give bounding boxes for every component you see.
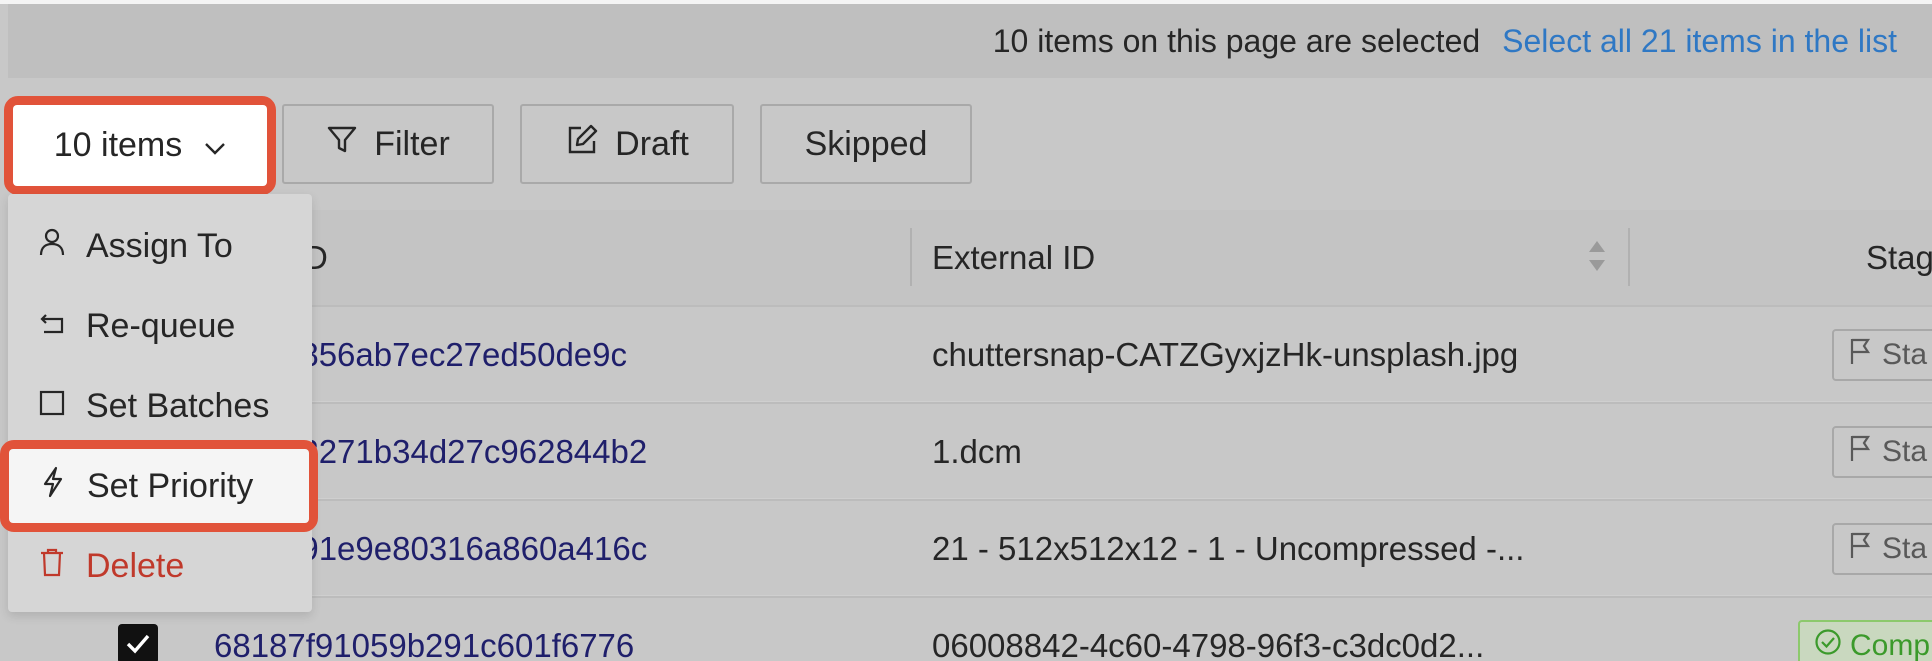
flag-icon: [1848, 337, 1882, 373]
bulk-actions-menu: Assign To Re-queue Set Batches Delete: [8, 194, 312, 612]
sort-icon[interactable]: [1586, 238, 1608, 282]
items-dropdown-button[interactable]: 10 items: [13, 105, 267, 186]
menu-item-re-queue[interactable]: Re-queue: [8, 286, 312, 366]
lightning-icon: [39, 466, 87, 507]
toolbar: 10 items Filter Draft Skipped: [0, 78, 1932, 208]
user-icon: [38, 227, 86, 266]
draft-label: Draft: [615, 124, 689, 163]
filter-button[interactable]: Filter: [282, 104, 494, 184]
stage-tag: Sta: [1832, 426, 1932, 478]
external-id-cell: chuttersnap-CATZGyxjzHk-unsplash.jpg: [932, 336, 1519, 373]
column-divider: [1628, 228, 1630, 286]
items-button-highlight: 10 items: [4, 96, 276, 195]
menu-item-label: Re-queue: [86, 306, 236, 345]
filter-icon: [326, 124, 374, 165]
flag-icon: [1848, 531, 1882, 567]
chevron-down-icon: [182, 126, 226, 165]
check-circle-icon: [1814, 628, 1850, 661]
requeue-icon: [38, 307, 86, 346]
menu-item-set-batches[interactable]: Set Batches: [8, 366, 312, 446]
skipped-label: Skipped: [804, 124, 928, 163]
column-header-stage: Stag: [1866, 238, 1932, 276]
stage-tag: Sta: [1832, 329, 1932, 381]
filter-label: Filter: [374, 124, 450, 163]
draft-button[interactable]: Draft: [520, 104, 734, 184]
row-checkbox[interactable]: [118, 624, 158, 661]
menu-item-assign-to[interactable]: Assign To: [8, 206, 312, 286]
skipped-button[interactable]: Skipped: [760, 104, 972, 184]
column-header-external-id[interactable]: External ID: [932, 210, 1095, 305]
set-priority-highlight: Set Priority: [0, 440, 318, 532]
item-id-link[interactable]: d856ab7ec27ed50de9c: [282, 307, 627, 403]
external-id-cell: 21 - 512x512x12 - 1 - Uncompressed -...: [932, 530, 1525, 567]
selection-message: 10 items on this page are selected: [992, 22, 1481, 59]
item-id-link[interactable]: 32271b34d27c962844b2: [282, 404, 647, 500]
selection-bar: 10 items on this page are selected Selec…: [8, 4, 1932, 78]
column-divider: [910, 228, 912, 286]
square-icon: [38, 387, 86, 426]
external-id-cell: 06008842-4c60-4798-96f3-c3dc0d2...: [932, 627, 1485, 661]
flag-icon: [1848, 434, 1882, 470]
stage-tag: Comp: [1798, 620, 1932, 661]
trash-icon: [38, 547, 86, 586]
item-id-link[interactable]: 091e9e80316a860a416c: [282, 501, 647, 597]
select-all-link[interactable]: Select all 21 items in the list: [1502, 23, 1897, 60]
menu-item-set-priority[interactable]: Set Priority: [9, 449, 309, 523]
menu-item-label: Delete: [86, 546, 185, 585]
menu-item-label: Set Batches: [86, 386, 270, 425]
menu-item-label: Assign To: [86, 226, 233, 265]
edit-icon: [565, 123, 615, 166]
stage-label: Sta: [1882, 532, 1928, 565]
menu-item-label: Set Priority: [87, 466, 254, 505]
items-button-label: 10 items: [53, 126, 183, 164]
external-id-cell: 1.dcm: [932, 433, 1022, 470]
stage-label: Sta: [1882, 435, 1928, 468]
stage-label: Comp: [1850, 629, 1931, 661]
stage-label: Sta: [1882, 338, 1928, 371]
stage-tag: Sta: [1832, 523, 1932, 575]
menu-item-delete[interactable]: Delete: [8, 526, 312, 606]
